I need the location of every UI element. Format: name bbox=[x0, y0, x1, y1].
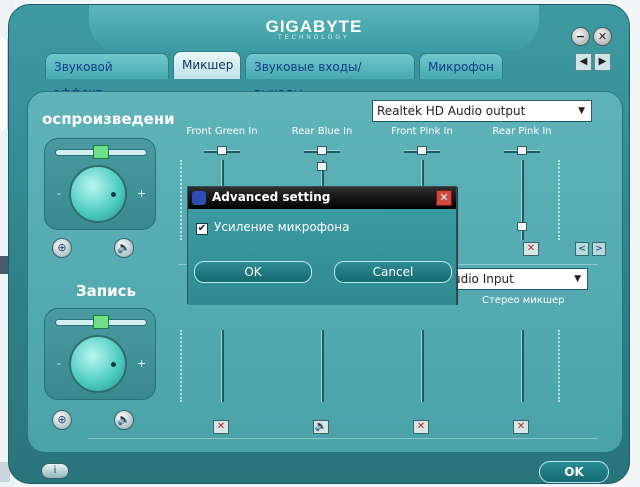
tab-sound-effect[interactable]: Звуковой эффект bbox=[45, 53, 169, 100]
tab-next-button[interactable]: ▶ bbox=[594, 53, 611, 71]
record-device-value: udio Input bbox=[453, 272, 514, 286]
playback-prev-button[interactable]: < bbox=[575, 242, 589, 256]
knob-indicator bbox=[111, 192, 116, 197]
record-balance-thumb[interactable] bbox=[93, 315, 109, 329]
playback-next-button[interactable]: > bbox=[592, 242, 606, 256]
speaker-icon[interactable]: 🔈 bbox=[114, 410, 134, 430]
dialog-body: ✔ Усиление микрофона OK Cancel bbox=[188, 209, 456, 305]
tab-io[interactable]: Звуковые входы/выходы bbox=[245, 53, 415, 100]
volume-minus-label: - bbox=[57, 187, 61, 200]
balance-thumb[interactable] bbox=[417, 146, 427, 155]
dialog-cancel-button[interactable]: Cancel bbox=[334, 261, 452, 283]
channel-balance-slider[interactable] bbox=[404, 146, 440, 155]
record-mute-button[interactable]: ✕ bbox=[413, 420, 429, 434]
logo-subtitle: TECHNOLOGY bbox=[277, 35, 350, 41]
balance-thumb[interactable] bbox=[317, 146, 327, 155]
stereo-mixer-label: Стерео микшер bbox=[482, 295, 565, 306]
background-window-edge bbox=[0, 38, 8, 130]
record-volume-fader[interactable] bbox=[421, 330, 424, 402]
record-title: Запись bbox=[76, 282, 137, 300]
record-volume-box: - + bbox=[44, 308, 156, 400]
level-ticks bbox=[180, 160, 186, 240]
playback-volume-knob[interactable] bbox=[69, 165, 127, 223]
fader-thumb[interactable] bbox=[317, 162, 327, 171]
fader-thumb[interactable] bbox=[517, 222, 527, 231]
tab-prev-button[interactable]: ◀ bbox=[575, 53, 592, 71]
level-ticks bbox=[558, 160, 564, 240]
app-icon bbox=[192, 191, 206, 205]
gigabyte-logo: GIGABYTE bbox=[265, 17, 363, 36]
record-device-select[interactable]: udio Input ▼ bbox=[448, 268, 588, 290]
channel-balance-slider[interactable] bbox=[504, 146, 540, 155]
record-speaker-button[interactable]: 🔈 bbox=[313, 420, 329, 434]
connector-icon[interactable]: ⊕ bbox=[52, 238, 72, 258]
minimize-button[interactable]: − bbox=[571, 27, 590, 46]
record-mute-button[interactable]: ✕ bbox=[213, 420, 229, 434]
playback-device-select[interactable]: Realtek HD Audio output ▼ bbox=[372, 100, 592, 122]
connector-icon[interactable]: ⊕ bbox=[52, 410, 72, 430]
record-volume-fader[interactable] bbox=[521, 330, 524, 402]
dialog-ok-button[interactable]: OK bbox=[194, 261, 312, 283]
speaker-icon[interactable]: 🔈 bbox=[114, 238, 134, 258]
record-volume-fader[interactable] bbox=[221, 330, 224, 402]
chevron-down-icon: ▼ bbox=[574, 274, 581, 284]
record-balance-slider[interactable] bbox=[55, 315, 147, 329]
playback-balance-slider[interactable] bbox=[55, 145, 147, 159]
channel-label-rear-blue: Rear Blue In bbox=[291, 126, 353, 137]
record-volume-fader[interactable] bbox=[321, 330, 324, 402]
mic-boost-checkbox[interactable]: ✔ bbox=[196, 223, 208, 235]
level-ticks bbox=[180, 330, 186, 402]
channel-mute-button[interactable]: ✕ bbox=[523, 242, 539, 256]
background-taskbar-edge bbox=[0, 256, 8, 274]
info-button[interactable]: i bbox=[41, 463, 69, 479]
channel-volume-fader[interactable] bbox=[517, 160, 527, 240]
ok-button[interactable]: OK bbox=[539, 461, 609, 483]
dialog-title-bar: Advanced setting ✕ bbox=[188, 187, 456, 209]
volume-plus-label: + bbox=[137, 187, 147, 200]
volume-minus-label: - bbox=[57, 357, 61, 370]
tab-mixer[interactable]: Микшер bbox=[173, 51, 241, 79]
record-volume-knob[interactable] bbox=[69, 335, 127, 393]
dialog-close-button[interactable]: ✕ bbox=[436, 190, 452, 206]
tab-microphone[interactable]: Микрофон bbox=[419, 53, 503, 79]
balance-thumb[interactable] bbox=[217, 146, 227, 155]
playback-balance-thumb[interactable] bbox=[93, 145, 109, 159]
knob-indicator bbox=[111, 362, 116, 367]
close-icon: ✕ bbox=[597, 30, 608, 43]
playback-title: оспроизведени bbox=[42, 110, 175, 128]
mic-boost-label: Усиление микрофона bbox=[214, 220, 350, 234]
volume-plus-label: + bbox=[137, 357, 147, 370]
level-ticks bbox=[558, 330, 564, 402]
advanced-setting-dialog: Advanced setting ✕ ✔ Усиление микрофона … bbox=[187, 186, 457, 305]
tab-bar: Звуковой эффект Микшер Звуковые входы/вы… bbox=[45, 51, 575, 100]
channel-label-rear-pink: Rear Pink In bbox=[492, 126, 552, 137]
channel-label-front-pink: Front Pink In bbox=[391, 126, 453, 137]
close-window-button[interactable]: ✕ bbox=[593, 27, 612, 46]
playback-volume-box: - + bbox=[44, 138, 156, 230]
balance-thumb[interactable] bbox=[517, 146, 527, 155]
channel-label-front-green: Front Green In bbox=[186, 126, 258, 137]
channel-balance-slider[interactable] bbox=[304, 146, 340, 155]
bottom-divider bbox=[88, 438, 598, 439]
chevron-down-icon: ▼ bbox=[578, 106, 585, 116]
playback-device-value: Realtek HD Audio output bbox=[377, 104, 526, 118]
title-bar: GIGABYTE TECHNOLOGY bbox=[89, 5, 539, 51]
record-mute-button[interactable]: ✕ bbox=[513, 420, 529, 434]
dialog-title: Advanced setting bbox=[212, 190, 331, 204]
channel-balance-slider[interactable] bbox=[204, 146, 240, 155]
minimize-icon: − bbox=[575, 30, 586, 43]
